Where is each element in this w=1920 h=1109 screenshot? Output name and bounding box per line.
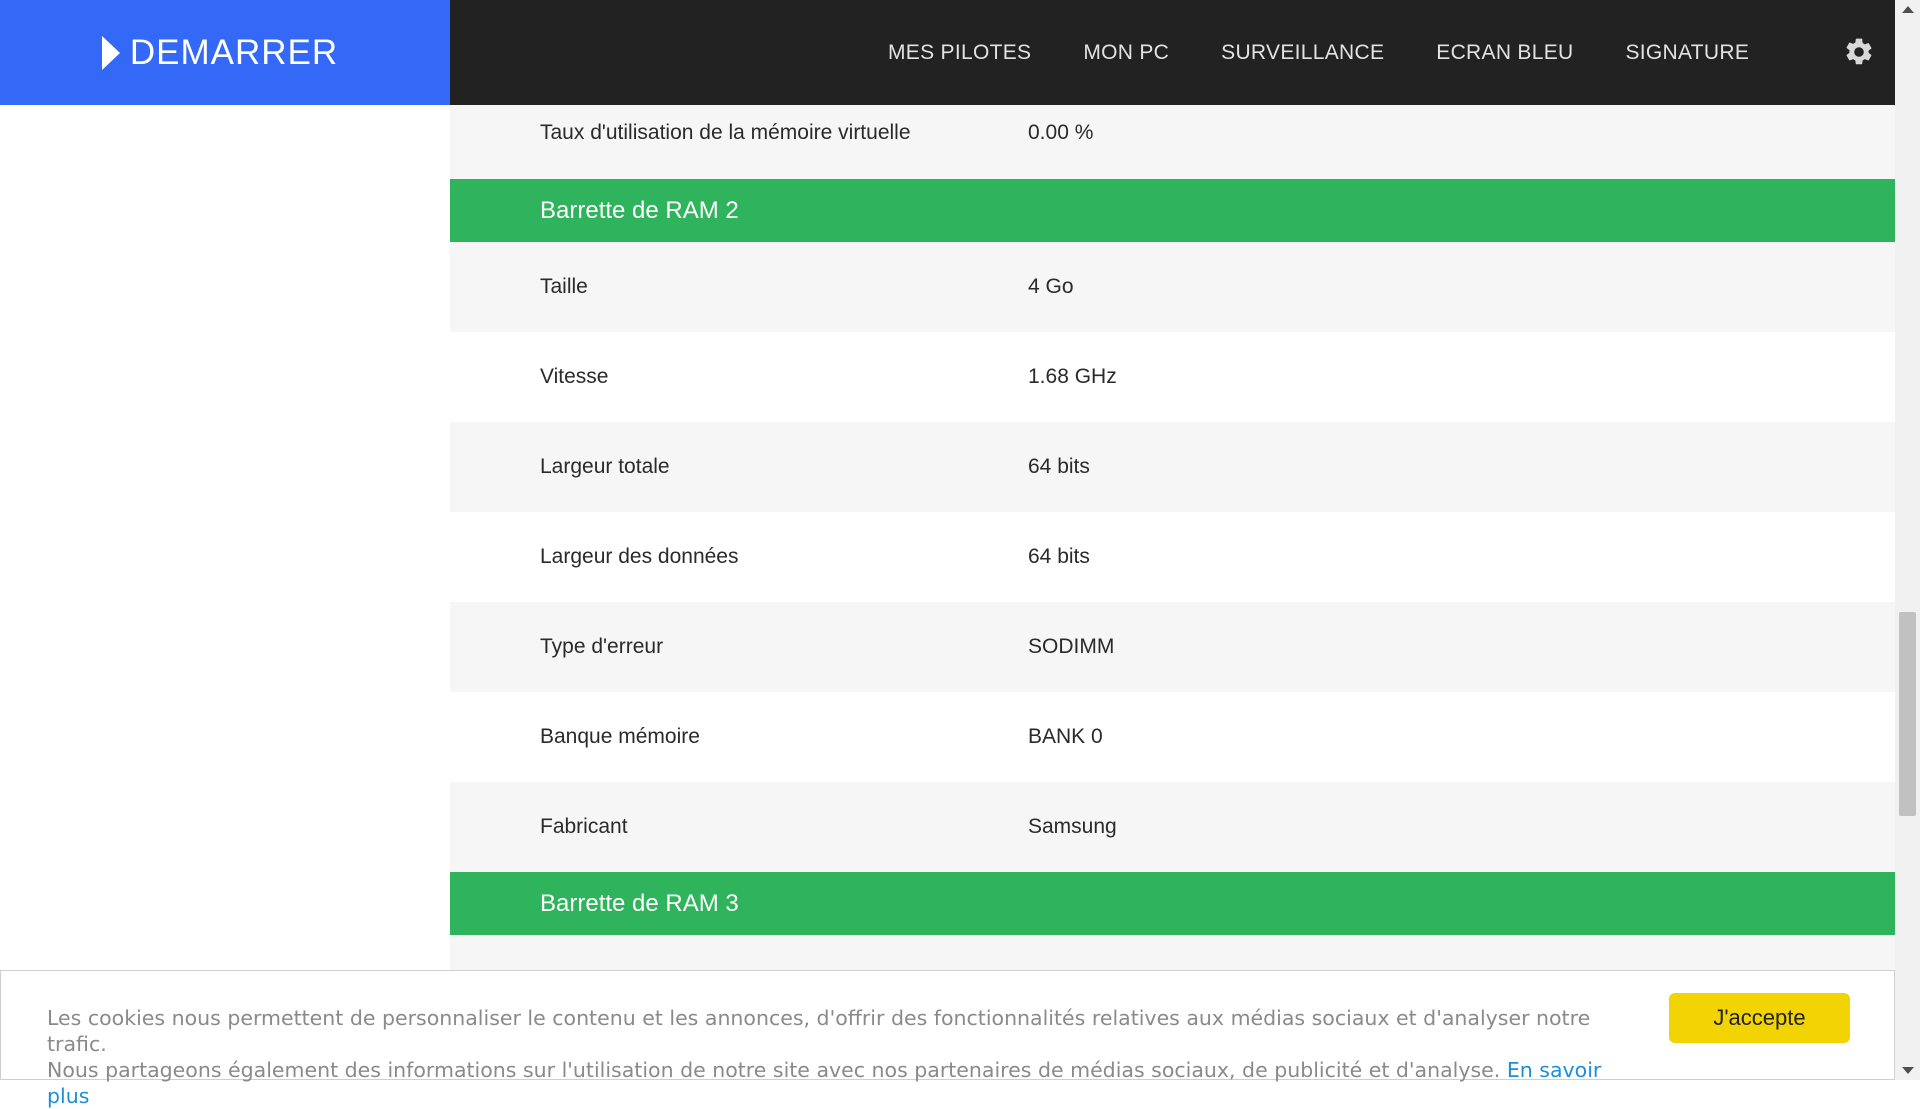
table-row: Largeur des données 64 bits	[450, 512, 1895, 602]
cookie-line-2: Nous partageons également des informatio…	[47, 1057, 1647, 1109]
row-value: BANK 0	[1028, 725, 1103, 748]
main-nav: MES PILOTES MON PC SURVEILLANCE ECRAN BL…	[450, 0, 1895, 105]
row-label: Type d'erreur	[540, 635, 664, 658]
row-value: 0.00 %	[1028, 121, 1094, 144]
table-row: Fabricant Samsung	[450, 782, 1895, 872]
row-value: 4 Go	[1028, 275, 1074, 298]
table-row-virtual-memory: Taux d'utilisation de la mémoire virtuel…	[450, 105, 1895, 179]
cookie-banner: Les cookies nous permettent de personnal…	[0, 970, 1895, 1108]
row-value: 64 bits	[1028, 455, 1090, 478]
row-label: Taux d'utilisation de la mémoire virtuel…	[540, 121, 911, 144]
row-label: Banque mémoire	[540, 725, 700, 748]
table-row: Type d'erreur SODIMM	[450, 602, 1895, 692]
row-label: Fabricant	[540, 815, 628, 838]
table-row: Largeur totale 64 bits	[450, 422, 1895, 512]
nav-item-ecran-bleu[interactable]: ECRAN BLEU	[1436, 41, 1573, 65]
nav-item-surveillance[interactable]: SURVEILLANCE	[1221, 41, 1384, 65]
nav-item-mon-pc[interactable]: MON PC	[1083, 41, 1169, 65]
scroll-up-arrow-icon[interactable]	[1902, 6, 1914, 13]
cookie-message: Les cookies nous permettent de personnal…	[47, 1005, 1647, 1109]
row-label: Largeur des données	[540, 545, 739, 568]
table-row: Banque mémoire BANK 0	[450, 692, 1895, 782]
row-value: 1.68 GHz	[1028, 365, 1117, 388]
table-row: Taille 4 Go	[450, 242, 1895, 332]
row-label: Taille	[540, 275, 588, 298]
cookie-line-1: Les cookies nous permettent de personnal…	[47, 1006, 1591, 1056]
ram-details-panel: Taux d'utilisation de la mémoire virtuel…	[450, 105, 1895, 975]
section-title: Barrette de RAM 2	[540, 196, 739, 224]
row-value: 64 bits	[1028, 545, 1090, 568]
section-title: Barrette de RAM 3	[540, 889, 739, 917]
vertical-scrollbar[interactable]	[1895, 0, 1920, 1080]
cookie-line-2-text: Nous partageons également des informatio…	[47, 1058, 1501, 1082]
nav-items: MES PILOTES MON PC SURVEILLANCE ECRAN BL…	[888, 41, 1801, 65]
row-value: SODIMM	[1028, 635, 1115, 658]
section-header-ram-3: Barrette de RAM 3	[450, 872, 1895, 935]
play-icon	[101, 35, 120, 70]
gear-icon[interactable]	[1843, 36, 1875, 68]
nav-item-mes-pilotes[interactable]: MES PILOTES	[888, 41, 1031, 65]
table-row	[450, 935, 1895, 975]
row-label: Vitesse	[540, 365, 609, 388]
nav-item-signature[interactable]: SIGNATURE	[1625, 41, 1749, 65]
table-row: Vitesse 1.68 GHz	[450, 332, 1895, 422]
scrollbar-thumb[interactable]	[1899, 612, 1916, 816]
scroll-down-arrow-icon[interactable]	[1902, 1067, 1914, 1074]
row-label: Largeur totale	[540, 455, 670, 478]
demarrer-button[interactable]: DEMARRER	[0, 0, 450, 105]
row-value: Samsung	[1028, 815, 1117, 838]
brand-inner: DEMARRER	[101, 32, 339, 73]
top-navigation-bar: DEMARRER MES PILOTES MON PC SURVEILLANCE…	[0, 0, 1895, 105]
accept-cookies-button[interactable]: J'accepte	[1669, 993, 1850, 1043]
brand-label: DEMARRER	[129, 32, 339, 72]
section-header-ram-2: Barrette de RAM 2	[450, 179, 1895, 242]
